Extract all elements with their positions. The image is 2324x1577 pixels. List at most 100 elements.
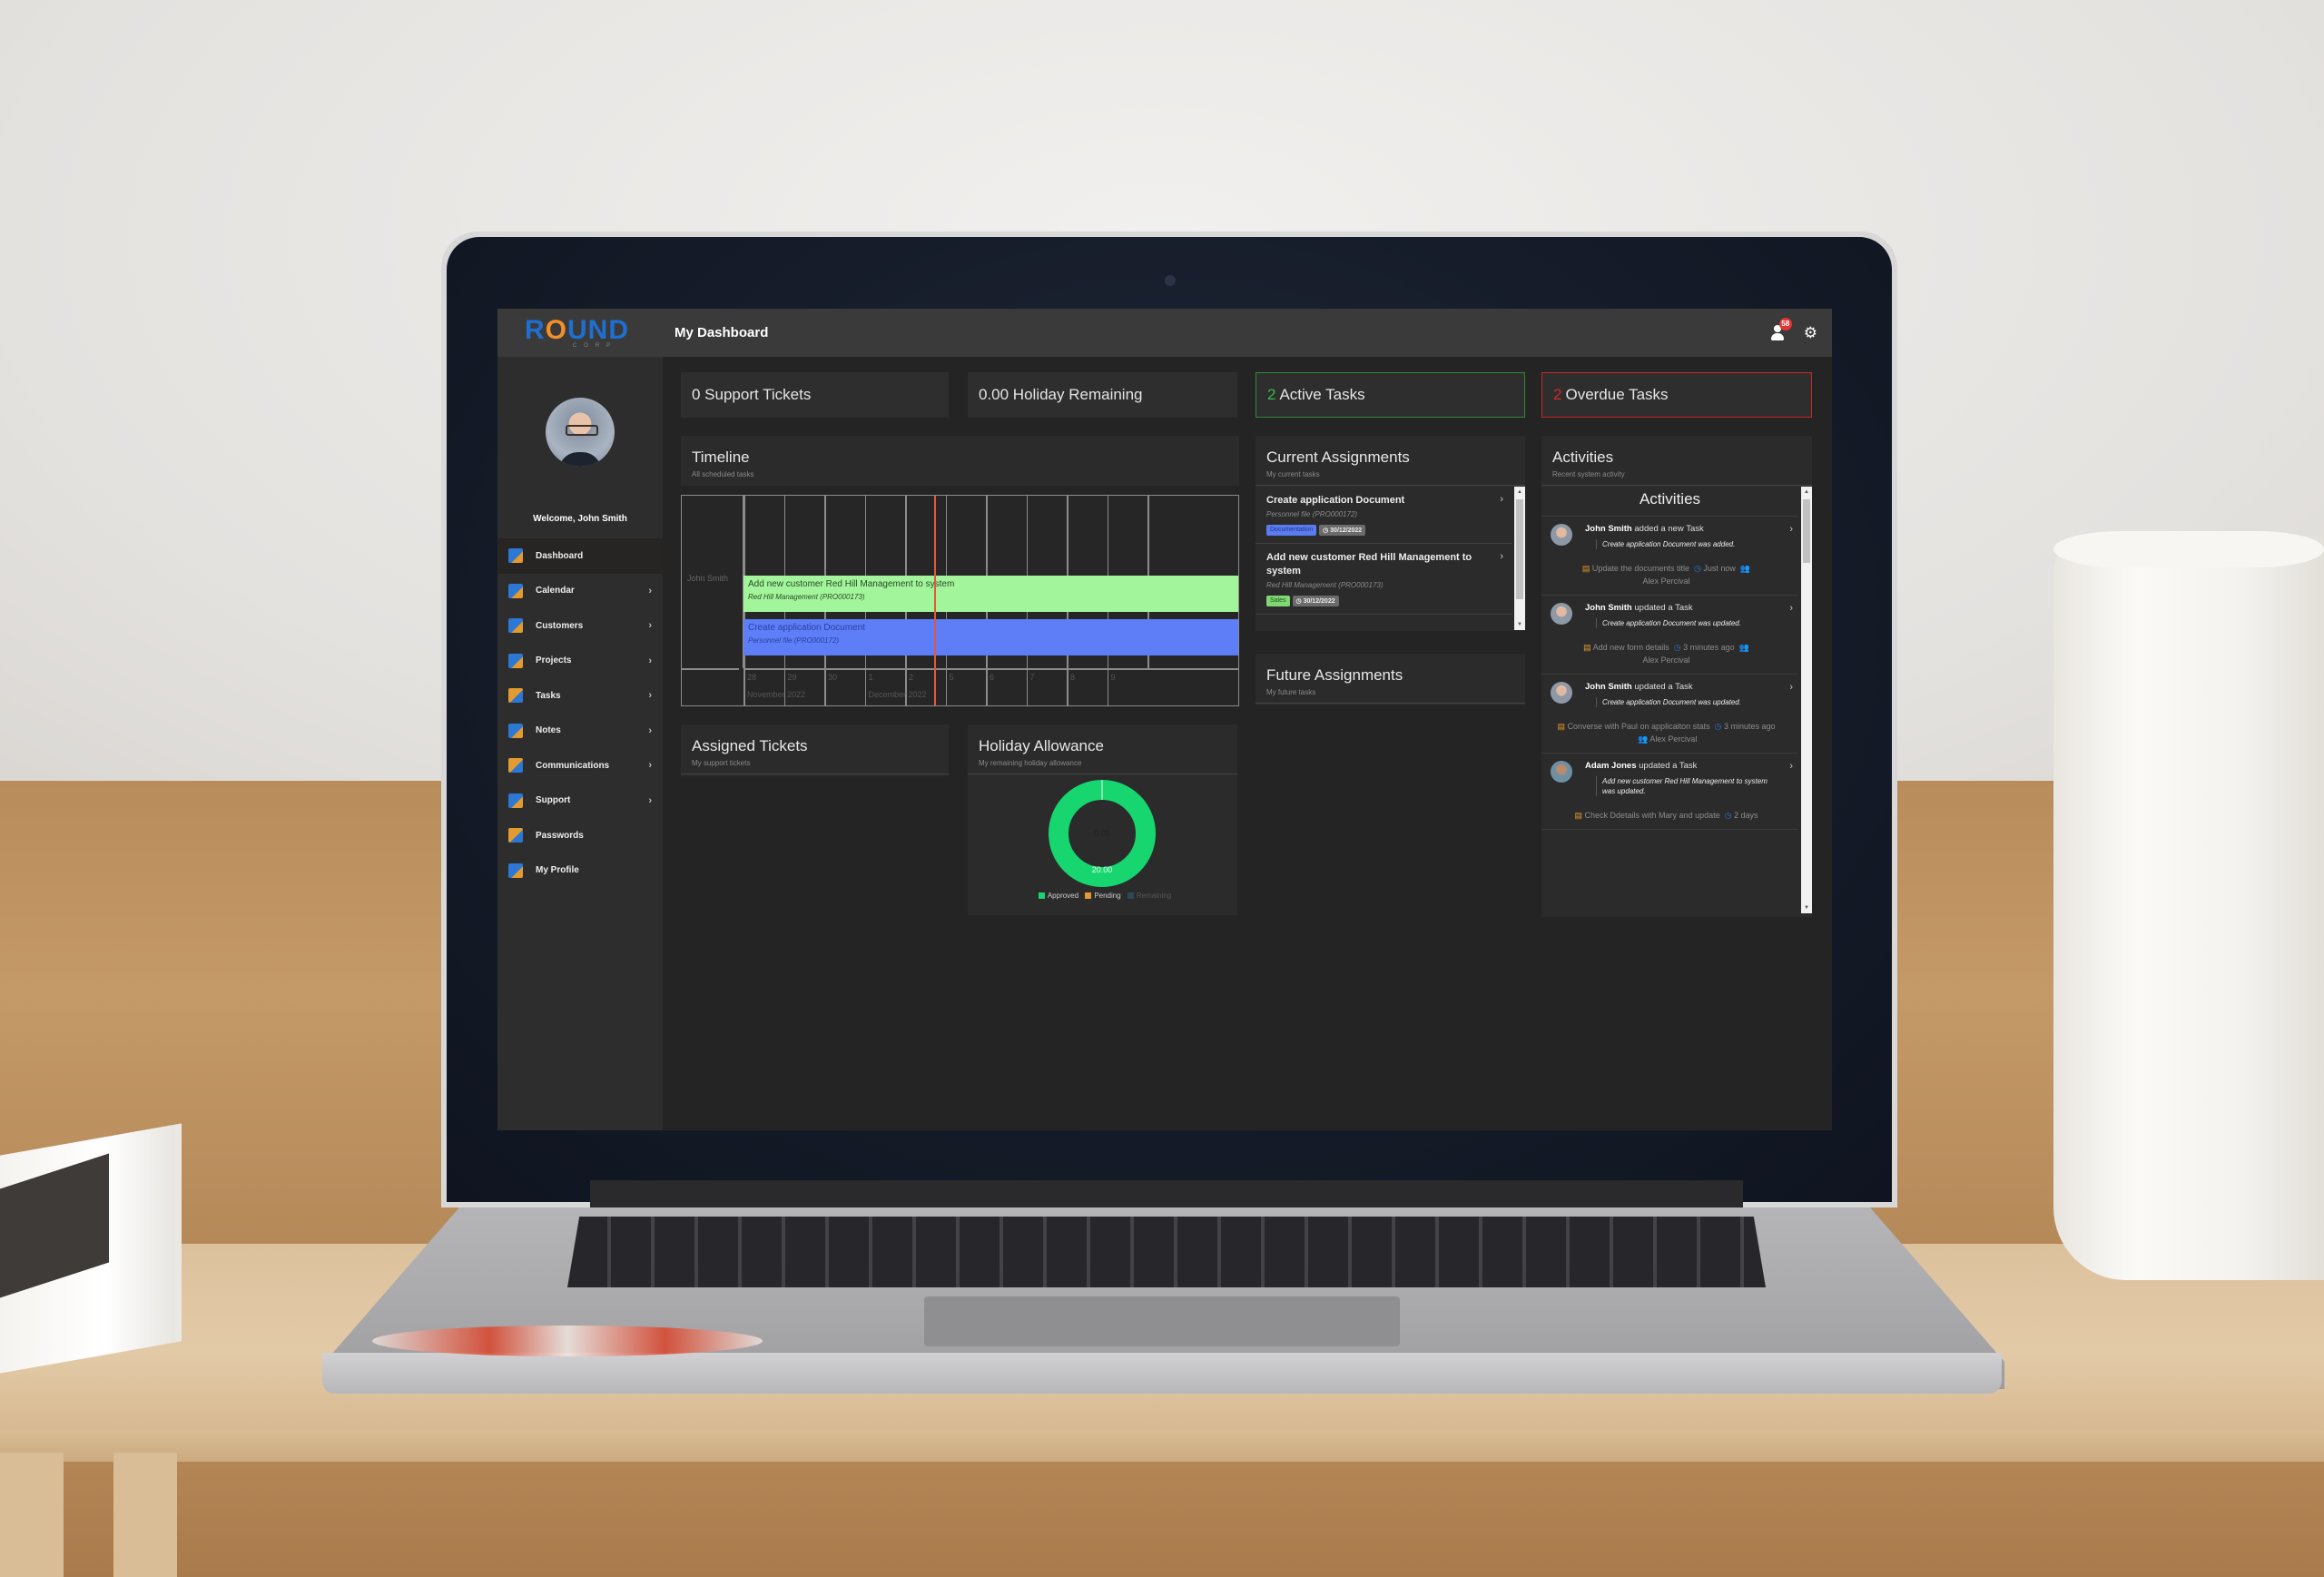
users-icon: 👥 <box>1739 564 1751 573</box>
sidebar-item-label: Calendar <box>536 586 575 596</box>
panel-header: Current Assignments My current tasks <box>1256 436 1525 486</box>
chevron-right-icon: › <box>648 760 652 772</box>
scroll-thumb[interactable] <box>1803 499 1810 563</box>
avatar <box>1551 603 1572 625</box>
shelf-post <box>0 1453 64 1577</box>
scroll-down-icon[interactable]: ▼ <box>1514 619 1525 630</box>
scroll-thumb[interactable] <box>1516 499 1523 599</box>
assignment-title: Add new customer Red Hill Management to … <box>1266 552 1472 577</box>
sidebar-item-notes[interactable]: Notes › <box>497 714 663 749</box>
timeline-task-bar[interactable]: Add new customer Red Hill Management to … <box>743 576 1238 612</box>
active-tasks-card[interactable]: 2 Active Tasks <box>1256 372 1525 418</box>
chevron-right-icon[interactable]: › <box>1789 761 1793 772</box>
activity-item[interactable]: John Smith updated a Task Create applica… <box>1541 596 1798 675</box>
timeline-axis-line <box>743 668 1238 670</box>
panel-subtitle: All scheduled tasks <box>692 470 754 478</box>
activity-list: Activities John Smith added a new Task C… <box>1541 487 1809 913</box>
task-icon: ▤ <box>1557 722 1565 731</box>
scrollbar[interactable]: ▲ ▼ <box>1514 487 1525 630</box>
avatar[interactable] <box>546 398 615 467</box>
sidebar-item-calendar[interactable]: Calendar › <box>497 574 663 609</box>
sidebar: Welcome, John Smith Dashboard Calendar ›… <box>497 357 663 1130</box>
sidebar-item-support[interactable]: Support › <box>497 784 663 819</box>
chevron-right-icon: › <box>648 690 652 702</box>
clock-icon: ◷ <box>1693 564 1701 573</box>
chevron-right-icon[interactable]: › <box>1500 551 1503 562</box>
holiday-remaining-card[interactable]: 0.00 Holiday Remaining <box>968 372 1237 418</box>
timeline-divider <box>682 668 739 670</box>
sidebar-item-dashboard[interactable]: Dashboard <box>497 538 663 574</box>
holiday-remaining-text: 0.00 Holiday Remaining <box>979 386 1143 403</box>
sidebar-item-customers[interactable]: Customers › <box>497 608 663 644</box>
users-icon: 👥 <box>1638 734 1649 744</box>
sidebar-item-label: Notes <box>536 725 561 736</box>
overdue-tasks-label: Overdue Tasks <box>1565 386 1669 403</box>
sidebar-item-projects[interactable]: Projects › <box>497 644 663 679</box>
chevron-right-icon[interactable]: › <box>1500 494 1503 505</box>
mug-rim <box>2053 531 2324 567</box>
assignment-tags: Sales ◷ 30/12/2022 <box>1266 596 1502 606</box>
activity-actor: John Smith <box>1585 524 1632 534</box>
current-assignments-panel: Current Assignments My current tasks Cre… <box>1256 436 1525 631</box>
page-title: My Dashboard <box>675 325 769 340</box>
task-icon: ▤ <box>1581 564 1590 573</box>
support-tickets-card[interactable]: 0 Support Tickets <box>681 372 949 418</box>
sidebar-item-label: Projects <box>536 655 572 666</box>
sidebar-item-my-profile[interactable]: My Profile <box>497 853 663 889</box>
list-item[interactable]: Add new customer Red Hill Management to … <box>1256 544 1512 615</box>
timeline-task-project: Personnel file (PRO000172) <box>748 636 840 645</box>
sidebar-item-label: Passwords <box>536 830 584 841</box>
activity-meta: ▤ Converse with Paul on applicaiton stat… <box>1551 720 1782 745</box>
sidebar-item-tasks[interactable]: Tasks › <box>497 678 663 714</box>
calendar-icon <box>508 583 523 598</box>
dashboard-icon <box>508 548 523 564</box>
legend-remaining[interactable]: Remaining <box>1137 892 1171 900</box>
sidebar-item-passwords[interactable]: Passwords <box>497 818 663 853</box>
welcome-text: Welcome, John Smith <box>533 514 627 524</box>
legend-approved[interactable]: Approved <box>1048 892 1078 900</box>
chevron-right-icon: › <box>648 585 652 596</box>
timeline-task-title: Create application Document <box>748 623 865 633</box>
communications-icon <box>508 758 523 774</box>
user-notifications-icon[interactable]: 58 <box>1769 317 1792 341</box>
activities-heading: Activities <box>1541 487 1798 517</box>
activity-task: Add new form details <box>1592 643 1669 652</box>
activity-actor: Adam Jones <box>1585 761 1637 771</box>
trackpad <box>924 1296 1400 1346</box>
timeline-day-tick: 8 <box>1070 673 1076 682</box>
overdue-tasks-card[interactable]: 2 Overdue Tasks <box>1541 372 1812 418</box>
assignment-tags: Documentation ◷ 30/12/2022 <box>1266 525 1502 536</box>
legend-pending[interactable]: Pending <box>1094 892 1120 900</box>
timeline-row-label: John Smith <box>682 496 743 668</box>
chevron-right-icon[interactable]: › <box>1789 682 1793 693</box>
chevron-right-icon[interactable]: › <box>1789 524 1793 535</box>
notes-icon <box>508 723 523 738</box>
keyboard <box>567 1217 1766 1287</box>
shelf-front <box>0 1462 2324 1577</box>
logo[interactable]: ROUND CORP <box>497 309 656 357</box>
activity-actor: John Smith <box>1585 603 1632 613</box>
scroll-up-icon[interactable]: ▲ <box>1514 487 1525 498</box>
scroll-down-icon[interactable]: ▼ <box>1801 902 1812 913</box>
activity-description: Create application Document was updated. <box>1596 697 1782 707</box>
activity-item[interactable]: John Smith added a new Task Create appli… <box>1541 517 1798 596</box>
timeline-panel: Timeline All scheduled tasks <box>681 436 1239 486</box>
timeline-task-bar[interactable]: Create application Document Personnel fi… <box>743 619 1238 655</box>
activity-item[interactable]: Adam Jones updated a Task Add new custom… <box>1541 754 1798 830</box>
active-tasks-count: 2 <box>1267 386 1276 403</box>
laptop-base-edge <box>322 1353 2002 1394</box>
legend-swatch-remaining <box>1127 892 1134 899</box>
task-icon: ▤ <box>1574 811 1582 820</box>
scrollbar[interactable]: ▲ ▼ <box>1801 487 1812 913</box>
scroll-up-icon[interactable]: ▲ <box>1801 487 1812 498</box>
chevron-right-icon[interactable]: › <box>1789 603 1793 614</box>
donut-center-value: 0.00 <box>1094 829 1110 838</box>
panel-subtitle: My support tickets <box>692 759 751 767</box>
gear-icon[interactable]: ⚙ <box>1804 325 1817 340</box>
sidebar-item-communications[interactable]: Communications › <box>497 748 663 784</box>
list-item[interactable]: Create application Document Personnel fi… <box>1256 487 1512 544</box>
profile-section: Welcome, John Smith <box>497 357 663 538</box>
activity-description: Create application Document was added. <box>1596 539 1782 549</box>
clock-icon: ◷ <box>1724 811 1732 820</box>
activity-item[interactable]: John Smith updated a Task Create applica… <box>1541 675 1798 754</box>
